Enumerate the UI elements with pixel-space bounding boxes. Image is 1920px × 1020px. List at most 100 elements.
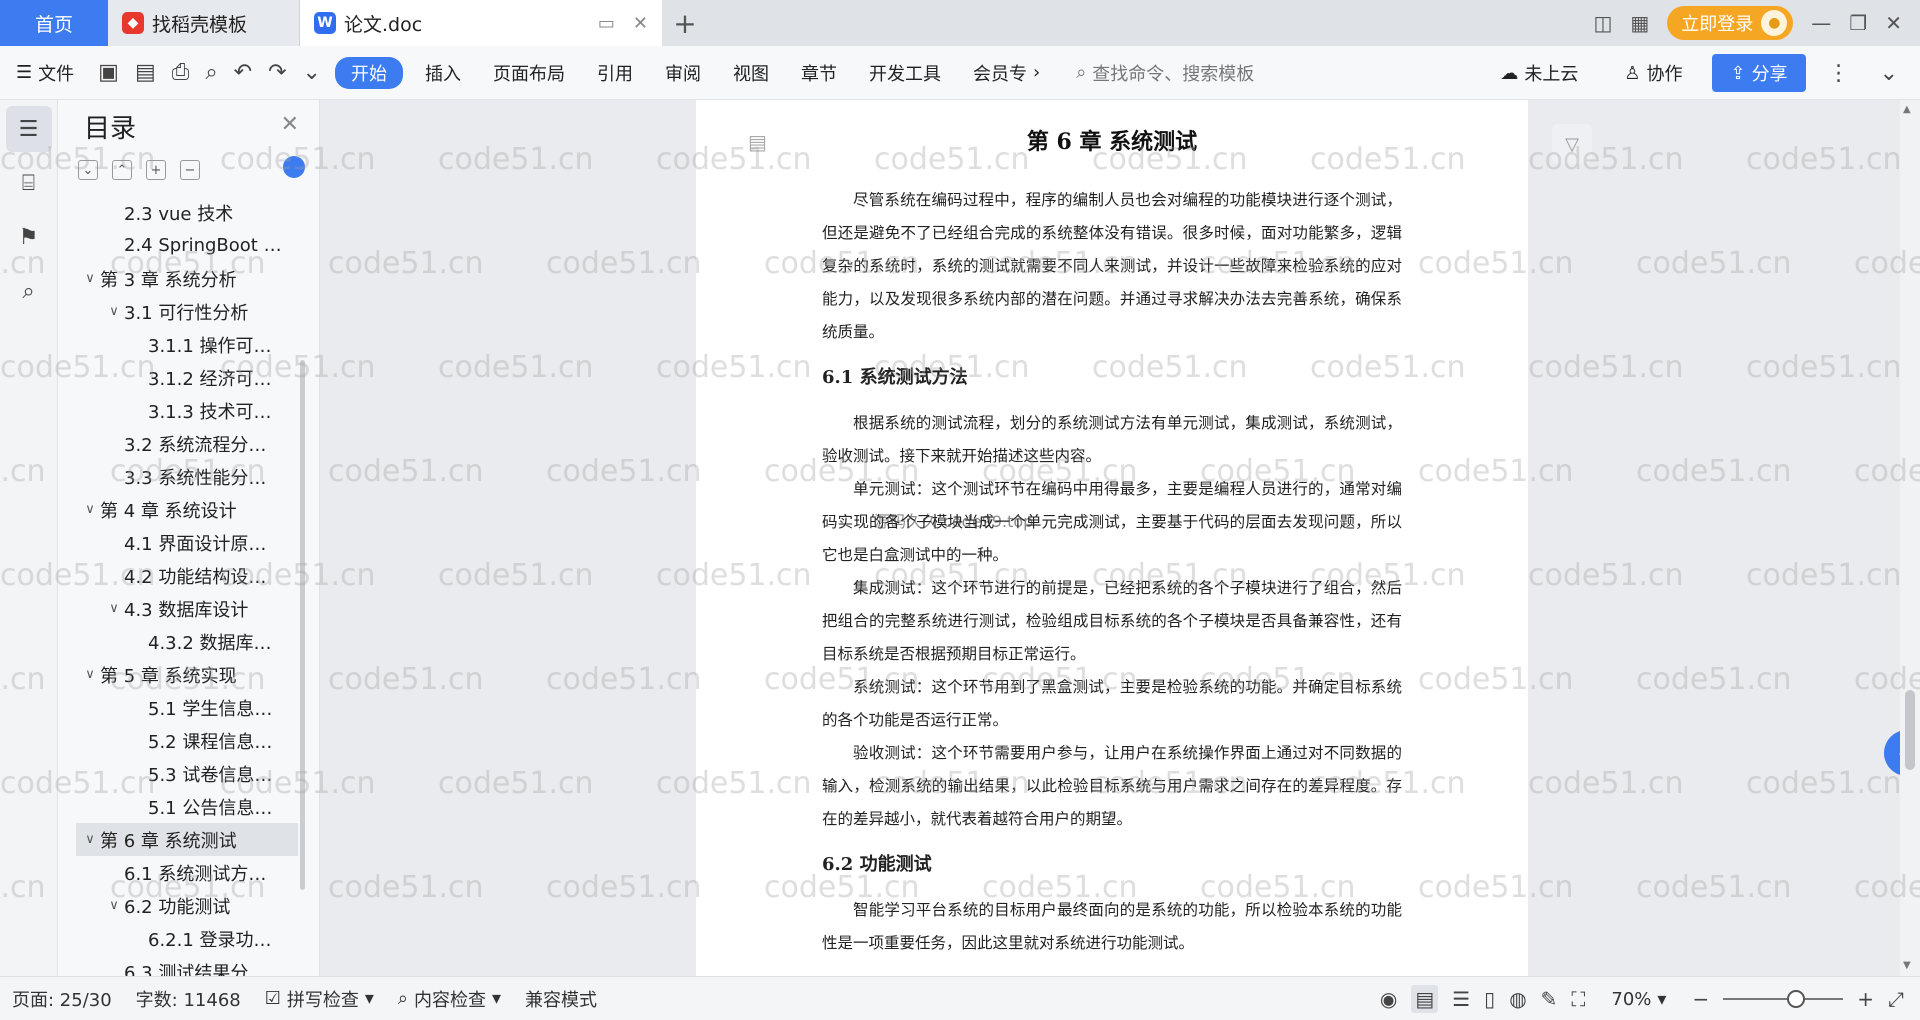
- export-pdf-icon[interactable]: ▤: [127, 46, 164, 100]
- reading-view-icon[interactable]: ▯: [1484, 987, 1495, 1011]
- chevron-down-icon[interactable]: ∨: [80, 832, 100, 847]
- toc-item[interactable]: ∨ 第 6 章 系统测试: [76, 823, 298, 856]
- toc-item[interactable]: 5.3 试卷信息…: [76, 757, 298, 790]
- print-preview-icon[interactable]: ⌕: [197, 46, 225, 100]
- toc-item[interactable]: 2.3 vue 技术: [76, 196, 298, 229]
- toc-close-icon[interactable]: ✕: [281, 112, 299, 137]
- toc-item[interactable]: 3.3 系统性能分…: [76, 460, 298, 493]
- more-quick-icon[interactable]: ⌄: [295, 46, 329, 100]
- close-window-icon[interactable]: ✕: [1885, 11, 1902, 35]
- scroll-thumb[interactable]: [1905, 690, 1915, 770]
- minimize-icon[interactable]: —: [1811, 11, 1831, 35]
- toc-item[interactable]: 4.1 界面设计原…: [76, 526, 298, 559]
- toc-item[interactable]: ∨ 第 5 章 系统实现: [76, 658, 298, 691]
- toc-item[interactable]: 6.1 系统测试方…: [76, 856, 298, 889]
- print-icon[interactable]: ⎙: [164, 46, 198, 100]
- zoom-out-icon[interactable]: −: [1692, 987, 1709, 1011]
- web-view-icon[interactable]: ◍: [1509, 987, 1526, 1011]
- more-options-icon[interactable]: ⋮: [1820, 46, 1858, 100]
- tab-template[interactable]: ◆ 找稻壳模板: [108, 0, 300, 46]
- tab-chapter[interactable]: 章节: [785, 46, 853, 100]
- tab-view[interactable]: 视图: [717, 46, 785, 100]
- eye-protect-icon[interactable]: ◉: [1380, 987, 1397, 1011]
- apps-grid-icon[interactable]: ▦: [1630, 11, 1649, 35]
- fullscreen-icon[interactable]: ⤢: [1888, 987, 1904, 1011]
- vertical-scrollbar[interactable]: ▲ ▼: [1900, 100, 1920, 976]
- content-check[interactable]: ⌕ 内容检查 ▾: [386, 986, 513, 1012]
- toc-item[interactable]: ∨ 第 3 章 系统分析: [76, 262, 298, 295]
- word-count[interactable]: 字数: 11468: [124, 986, 253, 1012]
- chevron-down-icon[interactable]: ∨: [80, 502, 100, 517]
- toc-item[interactable]: 5.1 公告信息…: [76, 790, 298, 823]
- pen-icon[interactable]: ✎: [1541, 987, 1558, 1011]
- tab-review[interactable]: 审阅: [649, 46, 717, 100]
- login-button[interactable]: 立即登录 ●: [1667, 6, 1794, 40]
- scroll-up-icon[interactable]: ▲: [1903, 104, 1911, 115]
- toc-item[interactable]: ∨ 6.2 功能测试: [76, 889, 298, 922]
- spell-check[interactable]: ☑ 拼写检查 ▾: [253, 986, 386, 1012]
- toc-item[interactable]: 3.1.3 技术可…: [76, 394, 298, 427]
- expand-all-icon[interactable]: ⌃: [112, 160, 132, 180]
- tab-start[interactable]: 开始: [334, 56, 403, 89]
- tab-devtools[interactable]: 开发工具: [853, 46, 957, 100]
- toc-item[interactable]: 6.2.1 登录功…: [76, 922, 298, 955]
- toc-item[interactable]: 5.1 学生信息…: [76, 691, 298, 724]
- chevron-down-icon[interactable]: ∨: [80, 271, 100, 286]
- chevron-down-icon[interactable]: ∨: [104, 304, 124, 319]
- zoom-in-icon[interactable]: +: [1857, 987, 1874, 1011]
- toc-item[interactable]: 3.2 系统流程分…: [76, 427, 298, 460]
- undo-icon[interactable]: ↶: [226, 46, 260, 100]
- toc-item[interactable]: 6.3 测试结果分…: [76, 955, 298, 977]
- page-count[interactable]: 页面: 25/30: [0, 986, 124, 1012]
- chapter-nav-icon[interactable]: ⌸: [6, 160, 52, 206]
- chevron-down-icon[interactable]: ∨: [104, 601, 124, 616]
- tab-reference[interactable]: 引用: [581, 46, 649, 100]
- add-heading-icon[interactable]: +: [146, 160, 166, 180]
- restore-icon[interactable]: ❐: [1849, 11, 1867, 35]
- command-search[interactable]: ⌕ 查找命令、搜索模板: [1056, 60, 1356, 86]
- remove-heading-icon[interactable]: −: [180, 160, 200, 180]
- close-tab-icon[interactable]: ✕: [633, 13, 648, 34]
- toc-item[interactable]: 3.1.1 操作可…: [76, 328, 298, 361]
- toc-item[interactable]: ∨ 4.3 数据库设计: [76, 592, 298, 625]
- zoom-level[interactable]: 70% ▾: [1599, 989, 1678, 1010]
- toc-scrollbar[interactable]: [300, 360, 305, 890]
- tab-home[interactable]: 首页: [0, 0, 108, 46]
- new-tab-button[interactable]: +: [662, 0, 708, 46]
- outline-view-icon[interactable]: ☰: [1452, 987, 1470, 1011]
- save-icon[interactable]: ▣: [90, 46, 127, 100]
- zoom-slider[interactable]: [1723, 990, 1844, 1008]
- toc-item[interactable]: 4.3.2 数据库…: [76, 625, 298, 658]
- monitor-icon[interactable]: ▭: [598, 13, 615, 34]
- find-icon[interactable]: ⌕: [6, 268, 52, 314]
- file-menu[interactable]: ☰ 文件: [0, 46, 90, 100]
- tab-document[interactable]: W 论文.doc ▭ ✕: [300, 0, 662, 46]
- toc-item[interactable]: 5.2 课程信息…: [76, 724, 298, 757]
- toc-item[interactable]: 3.1.2 经济可…: [76, 361, 298, 394]
- tab-insert[interactable]: 插入: [409, 46, 477, 100]
- collapse-all-icon[interactable]: ⌄: [78, 160, 98, 180]
- document-page[interactable]: ▤ 第 6 章 系统测试 尽管系统在编码过程中，程序的编制人员也会对编程的功能模…: [696, 100, 1528, 976]
- collapse-ribbon-icon[interactable]: ⌄: [1872, 46, 1906, 100]
- toc-item[interactable]: ∨ 第 4 章 系统设计: [76, 493, 298, 526]
- toc-item[interactable]: 4.2 功能结构设…: [76, 559, 298, 592]
- toc-item[interactable]: 2.4 SpringBoot …: [76, 229, 298, 262]
- toc-panel-icon[interactable]: ☰: [5, 106, 52, 152]
- side-panel-toggle-icon[interactable]: ‹: [1884, 730, 1900, 776]
- tab-page-layout[interactable]: 页面布局: [477, 46, 581, 100]
- reading-mode-icon[interactable]: ◫: [1593, 11, 1612, 35]
- fit-page-icon[interactable]: ⛶: [1571, 987, 1585, 1011]
- chevron-down-icon[interactable]: ∨: [80, 667, 100, 682]
- bookmark-icon[interactable]: ⚑: [6, 214, 52, 260]
- tab-member[interactable]: 会员专 ›: [957, 46, 1056, 100]
- cloud-status[interactable]: ☁ 未上云: [1484, 46, 1594, 100]
- filter-icon[interactable]: ▽: [1552, 124, 1592, 164]
- ai-assistant-icon[interactable]: [283, 156, 305, 178]
- zoom-slider-knob[interactable]: [1787, 990, 1806, 1008]
- redo-icon[interactable]: ↷: [260, 46, 294, 100]
- share-button[interactable]: ⇪ 分享: [1712, 54, 1806, 92]
- toc-item[interactable]: ∨ 3.1 可行性分析: [76, 295, 298, 328]
- scroll-down-icon[interactable]: ▼: [1903, 960, 1911, 971]
- chevron-down-icon[interactable]: ∨: [104, 898, 124, 913]
- page-view-icon[interactable]: ▤: [1411, 985, 1439, 1013]
